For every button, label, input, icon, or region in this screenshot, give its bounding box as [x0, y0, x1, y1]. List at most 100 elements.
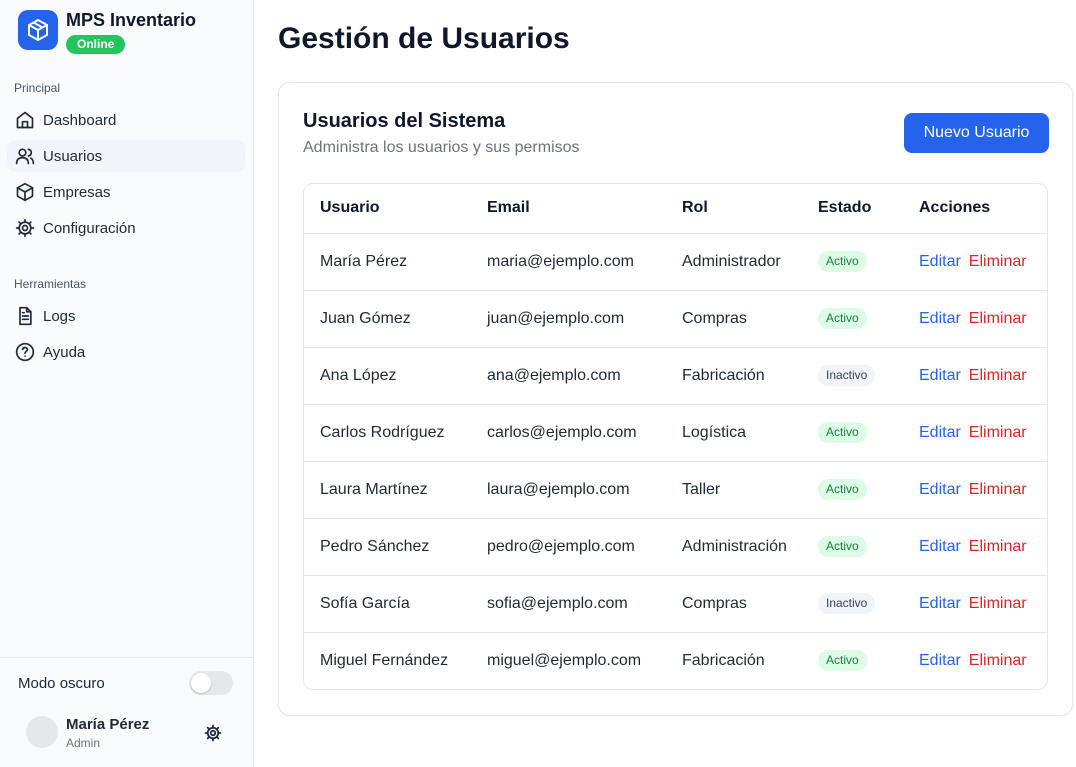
sidebar-item-empresas[interactable]: Empresas [7, 176, 245, 208]
status-badge: Inactivo [818, 593, 876, 614]
sidebar-item-label: Configuración [43, 219, 136, 237]
table-row: Pedro Sánchez pedro@ejemplo.com Administra… [304, 518, 1047, 576]
cell-user: Miguel Fernández [320, 651, 449, 669]
cell-role: Administración [666, 518, 811, 576]
cell-user: Carlos Rodríguez [304, 404, 471, 462]
cell-email: maria@ejemplo.com [471, 233, 666, 291]
cell-user: Juan Gómez [304, 290, 471, 348]
delete-link[interactable]: Eliminar [969, 652, 1027, 669]
cell-actions: Editar Eliminar [903, 575, 1047, 633]
cell-actions: Editar Eliminar [903, 290, 1047, 348]
home-icon [16, 111, 34, 129]
edit-link[interactable]: Editar [919, 310, 961, 327]
status-badge: Activo [818, 251, 867, 272]
app-title: MPS Inventario [66, 10, 197, 30]
sidebar-footer: Modo oscuro María Pérez Admin [0, 657, 253, 767]
cell-actions: Editar Eliminar [903, 518, 1047, 576]
sidebar-item-ayuda[interactable]: Ayuda [7, 336, 245, 368]
cell-actions: Editar Eliminar [903, 347, 1047, 405]
settings-icon[interactable] [204, 724, 222, 742]
cell-role: Compras [666, 575, 811, 633]
table-row: Sofía García sofia@ejemplo.com Compras Inac… [304, 575, 1047, 633]
cell-email: ana@ejemplo.com [471, 347, 666, 405]
sidebar-item-label: Usuarios [43, 147, 103, 165]
edit-link[interactable]: Editar [919, 538, 961, 555]
delete-link[interactable]: Eliminar [969, 367, 1027, 384]
cell-actions: Editar Eliminar [903, 404, 1047, 462]
cell-user: María Pérez [304, 233, 471, 291]
new-user-button[interactable]: Nuevo Usuario [904, 113, 1049, 153]
sidebar-item-usuarios[interactable]: Usuarios [7, 140, 245, 172]
delete-link[interactable]: Eliminar [969, 253, 1027, 270]
status-badge: Inactivo [818, 365, 876, 386]
column-header-usuario: Usuario [304, 184, 471, 234]
edit-link[interactable]: Editar [919, 652, 961, 669]
delete-link[interactable]: Eliminar [969, 310, 1027, 327]
delete-link[interactable]: Eliminar [969, 538, 1027, 555]
section-label-herramientas: Herramientas [14, 277, 87, 291]
box-icon [16, 182, 34, 202]
sidebar-item-logs[interactable]: Logs [7, 300, 245, 332]
sidebar-item-label: Dashboard [43, 111, 117, 129]
user-role: Admin [66, 736, 101, 750]
table-row: Laura Martínez laura@ejemplo.com Taller Act… [304, 461, 1047, 519]
cell-email: miguel@ejemplo.com [487, 651, 642, 669]
users-icon [15, 148, 35, 165]
sidebar-item-label: Logs [43, 307, 76, 325]
table-header-row: Usuario Email Rol Estado Acciones [304, 184, 1047, 234]
cell-status: Inactivo [811, 347, 903, 405]
table-row: Juan Gómez juan@ejemplo.com Compras Activo E… [304, 290, 1047, 348]
cell-role: Fabricación [666, 347, 811, 405]
table-row: Miguel Fernández miguel@ejemplo.com Fabric… [304, 632, 1047, 689]
cell-actions: Editar Eliminar [903, 461, 1047, 519]
cell-role: Compras [666, 290, 811, 348]
cell-status: Activo [811, 233, 903, 291]
online-badge: Online [66, 35, 126, 54]
cube-icon [18, 10, 58, 50]
column-header-estado: Estado [811, 184, 903, 234]
table-row: Carlos Rodríguez carlos@ejemplo.com Logíst… [304, 404, 1047, 462]
cell-actions: Editar Eliminar [903, 233, 1047, 291]
status-badge: Activo [818, 308, 867, 329]
toggle-knob [191, 673, 211, 693]
sidebar-item-dashboard[interactable]: Dashboard [7, 104, 245, 136]
cell-status: Activo [811, 518, 903, 576]
dark-mode-toggle[interactable] [189, 671, 233, 695]
edit-link[interactable]: Editar [919, 367, 961, 384]
table-row: María Pérez maria@ejemplo.com Administrado… [304, 233, 1047, 291]
edit-link[interactable]: Editar [919, 595, 961, 612]
sidebar-item-configuracion[interactable]: Configuración [7, 212, 245, 244]
card-subtitle: Administra los usuarios y sus permisos [303, 139, 580, 156]
status-badge: Activo [818, 650, 867, 672]
cell-status: Inactivo [811, 575, 903, 633]
column-header-rol: Rol [666, 184, 811, 234]
document-icon [19, 306, 32, 326]
gear-icon [15, 218, 35, 238]
cell-role: Administrador [666, 233, 811, 291]
cell-email: juan@ejemplo.com [471, 290, 666, 348]
sidebar-item-label: Ayuda [43, 343, 86, 361]
section-label-principal: Principal [14, 81, 61, 95]
status-badge: Activo [818, 422, 867, 443]
cell-status: Activo [811, 461, 903, 519]
user-name: María Pérez [66, 716, 150, 733]
cell-email: sofia@ejemplo.com [471, 575, 666, 633]
cell-role: Taller [666, 461, 811, 519]
cell-email: carlos@ejemplo.com [471, 404, 666, 462]
cell-role: Fabricación [682, 651, 765, 669]
cell-email: pedro@ejemplo.com [471, 518, 666, 576]
delete-link[interactable]: Eliminar [969, 595, 1027, 612]
cell-user: Sofía García [304, 575, 471, 633]
cell-status: Activo [811, 290, 903, 348]
edit-link[interactable]: Editar [919, 481, 961, 498]
cell-status: Activo [811, 632, 903, 689]
cell-actions: Editar Eliminar [903, 632, 1047, 689]
cell-status: Activo [811, 404, 903, 462]
delete-link[interactable]: Eliminar [969, 424, 1027, 441]
cell-role: Logística [666, 404, 811, 462]
delete-link[interactable]: Eliminar [969, 481, 1027, 498]
edit-link[interactable]: Editar [919, 424, 961, 441]
column-header-acciones: Acciones [903, 184, 1047, 234]
edit-link[interactable]: Editar [919, 253, 961, 270]
table-body: María Pérez maria@ejemplo.com Administrado… [304, 233, 1047, 689]
